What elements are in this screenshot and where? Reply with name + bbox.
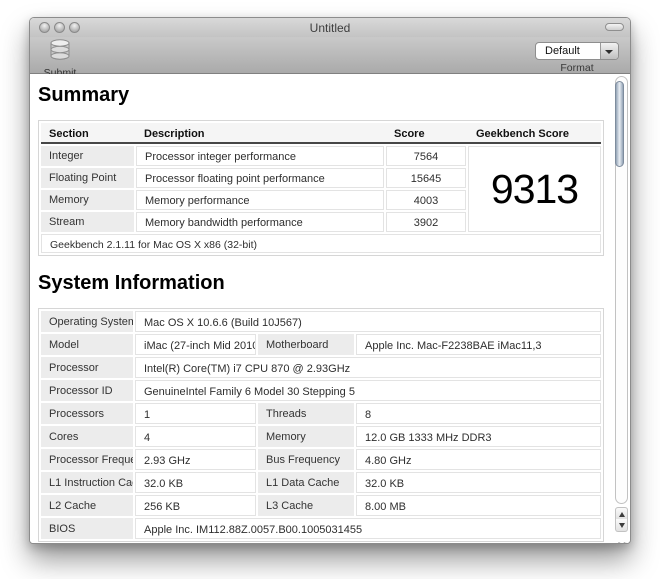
label-cell: Bus Frequency — [258, 449, 354, 470]
table-row: Processor Frequency 2.93 GHz Bus Frequen… — [41, 449, 601, 470]
label-cell: Operating System — [41, 311, 133, 332]
table-row: Stream Memory bandwidth performance 3902 — [41, 212, 466, 232]
section-cell: Memory — [41, 190, 134, 210]
table-row: BIOS Apple Inc. IM112.88Z.0057.B00.10050… — [41, 518, 601, 539]
arrow-up-icon — [619, 512, 625, 517]
table-row: Model iMac (27-inch Mid 2010) Motherboar… — [41, 334, 601, 355]
system-information-table: Operating System Mac OS X 10.6.6 (Build … — [38, 308, 604, 542]
report-view: Summary Section Description Score Geekbe… — [30, 74, 630, 544]
section-cell: Floating Point — [41, 168, 134, 188]
scroll-down-button[interactable] — [615, 519, 628, 532]
table-row: Processor ID GenuineIntel Family 6 Model… — [41, 380, 601, 401]
label-cell: L3 Cache — [258, 495, 354, 516]
toolbar-toggle-button[interactable] — [605, 23, 624, 31]
format-select[interactable]: Default — [535, 42, 619, 60]
app-window: Untitled Submit Default — [29, 17, 631, 544]
table-row: L2 Cache 256 KB L3 Cache 8.00 MB — [41, 495, 601, 516]
description-cell: Memory bandwidth performance — [136, 212, 384, 232]
value-cell: 256 KB — [135, 495, 256, 516]
value-cell: Intel(R) Core(TM) i7 CPU 870 @ 2.93GHz — [135, 357, 601, 378]
score-cell: 7564 — [386, 146, 466, 166]
geekbench-version-footer: Geekbench 2.1.11 for Mac OS X x86 (32-bi… — [41, 234, 601, 253]
score-cell: 15645 — [386, 168, 466, 188]
titlebar[interactable]: Untitled — [30, 18, 630, 37]
section-cell: Stream — [41, 212, 134, 232]
table-row: Memory Memory performance 4003 — [41, 190, 466, 210]
value-cell: iMac (27-inch Mid 2010) — [135, 334, 256, 355]
description-cell: Processor integer performance — [136, 146, 384, 166]
submit-button[interactable]: Submit — [37, 38, 83, 79]
table-row: Floating Point Processor floating point … — [41, 168, 466, 188]
value-cell: Apple Inc. IM112.88Z.0057.B00.1005031455 — [135, 518, 601, 539]
value-cell: 8 — [356, 403, 601, 424]
column-header-score: Score — [386, 123, 466, 142]
format-label: Format — [535, 62, 619, 74]
value-cell: 1 — [135, 403, 256, 424]
system-information-heading: System Information — [38, 272, 606, 295]
column-header-section: Section — [41, 123, 134, 142]
description-cell: Memory performance — [136, 190, 384, 210]
scrollbar-thumb[interactable] — [615, 81, 624, 167]
label-cell: Processor ID — [41, 380, 133, 401]
summary-heading: Summary — [38, 84, 606, 107]
column-header-geekbench-score: Geekbench Score — [468, 123, 601, 142]
label-cell: L2 Cache — [41, 495, 133, 516]
table-row: Processors 1 Threads 8 — [41, 403, 601, 424]
vertical-scrollbar — [614, 75, 629, 543]
label-cell: Cores — [41, 426, 133, 447]
resize-grip[interactable] — [616, 542, 628, 544]
geekbench-score-value: 9313 — [491, 166, 578, 213]
label-cell: Processors — [41, 403, 133, 424]
summary-table: Section Description Score Geekbench Scor… — [38, 120, 604, 256]
section-cell: Integer — [41, 146, 134, 166]
value-cell: Mac OS X 10.6.6 (Build 10J567) — [135, 311, 601, 332]
value-cell: GenuineIntel Family 6 Model 30 Stepping … — [135, 380, 601, 401]
window-title: Untitled — [30, 21, 630, 35]
label-cell: Threads — [258, 403, 354, 424]
label-cell: L1 Data Cache — [258, 472, 354, 493]
label-cell: Motherboard — [258, 334, 354, 355]
toolbar: Submit Default Format — [30, 37, 630, 74]
table-row: Integer Processor integer performance 75… — [41, 146, 466, 166]
value-cell: 4 — [135, 426, 256, 447]
table-row: L1 Instruction Cache 32.0 KB L1 Data Cac… — [41, 472, 601, 493]
summary-table-header: Section Description Score Geekbench Scor… — [41, 123, 601, 144]
chevron-down-icon — [600, 43, 618, 59]
table-row: Cores 4 Memory 12.0 GB 1333 MHz DDR3 — [41, 426, 601, 447]
value-cell: 32.0 KB — [356, 472, 601, 493]
label-cell: L1 Instruction Cache — [41, 472, 133, 493]
description-cell: Processor floating point performance — [136, 168, 384, 188]
value-cell: Apple Inc. Mac-F2238BAE iMac11,3 — [356, 334, 601, 355]
table-row: Processor Intel(R) Core(TM) i7 CPU 870 @… — [41, 357, 601, 378]
column-header-description: Description — [136, 123, 384, 142]
label-cell: Processor — [41, 357, 133, 378]
score-cell: 4003 — [386, 190, 466, 210]
arrow-down-icon — [619, 523, 625, 528]
value-cell: 4.80 GHz — [356, 449, 601, 470]
score-cell: 3902 — [386, 212, 466, 232]
value-cell: 2.93 GHz — [135, 449, 256, 470]
table-row: Operating System Mac OS X 10.6.6 (Build … — [41, 311, 601, 332]
value-cell: 8.00 MB — [356, 495, 601, 516]
value-cell: 32.0 KB — [135, 472, 256, 493]
label-cell: BIOS — [41, 518, 133, 539]
value-cell: 12.0 GB 1333 MHz DDR3 — [356, 426, 601, 447]
label-cell: Memory — [258, 426, 354, 447]
label-cell: Model — [41, 334, 133, 355]
database-icon — [48, 49, 72, 66]
format-selected-value: Default — [545, 45, 580, 57]
geekbench-score-cell: 9313 — [468, 146, 601, 232]
label-cell: Processor Frequency — [41, 449, 133, 470]
